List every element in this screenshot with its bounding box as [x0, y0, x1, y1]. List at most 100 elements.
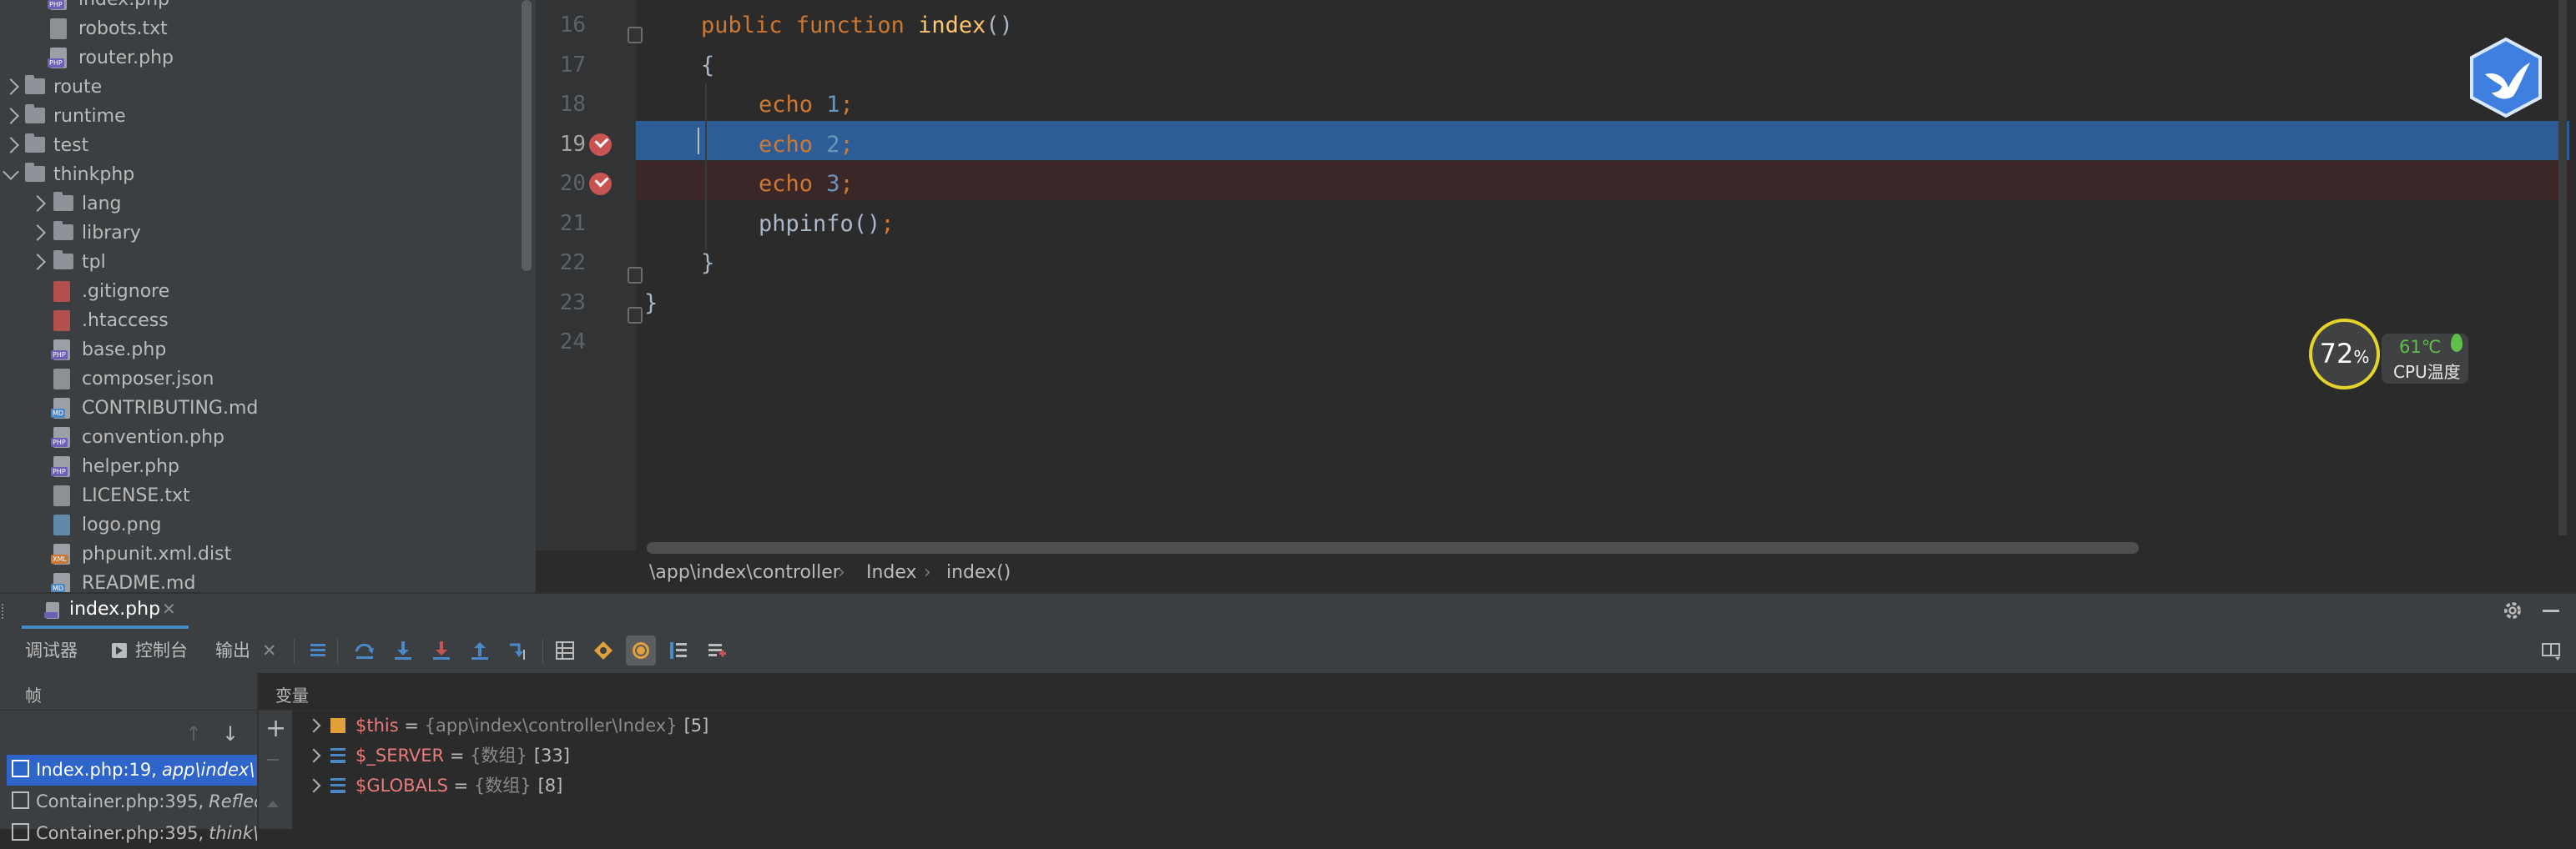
close-output-icon[interactable]: ✕ [262, 629, 277, 673]
chevron-right-icon[interactable] [29, 195, 46, 212]
tree-item[interactable]: thinkphp [0, 160, 517, 189]
code-line[interactable]: } [644, 284, 658, 323]
tree-item[interactable]: PHP convention.php [0, 423, 517, 452]
arrow-down-icon[interactable]: ↓ [222, 722, 239, 746]
chevron-right-icon[interactable] [29, 254, 46, 270]
project-tree[interactable]: PHP index.php robots.txt PHP router.php route… [0, 0, 536, 592]
variable-row[interactable]: $_SERVER = {数组} [33] [305, 741, 570, 771]
breadcrumb-method[interactable]: index() [946, 554, 1011, 592]
fold-marker-icon[interactable] [628, 27, 643, 43]
tree-item[interactable]: tpl [0, 248, 517, 277]
mute-breakpoints-icon[interactable] [592, 640, 614, 661]
chevron-right-icon[interactable] [3, 137, 19, 153]
arrow-up-icon[interactable]: ↑ [185, 722, 202, 746]
tree-item[interactable]: lang [0, 189, 517, 219]
drag-handle-icon[interactable] [2, 604, 12, 619]
chevron-right-icon[interactable] [306, 778, 321, 793]
add-watch-icon[interactable]: + [265, 714, 286, 743]
tree-item[interactable]: MD README.md [0, 569, 517, 592]
tree-item[interactable]: XML phpunit.xml.dist [0, 540, 517, 569]
tree-item[interactable]: test [0, 131, 517, 160]
force-step-into-icon[interactable] [431, 640, 452, 661]
debug-session-tab[interactable]: index.php ✕ [22, 594, 189, 627]
line-number[interactable]: 21 [536, 204, 586, 244]
breakpoint-icon[interactable] [589, 133, 612, 156]
tree-item[interactable]: logo.png [0, 510, 517, 540]
evaluate-expression-icon[interactable] [554, 640, 576, 661]
remove-watch-icon[interactable] [267, 759, 279, 761]
code-line[interactable]: echo 3; [759, 164, 854, 203]
line-number[interactable]: 22 [536, 244, 586, 283]
fold-marker-icon[interactable] [628, 307, 643, 324]
code-line[interactable]: echo 2; [759, 125, 854, 164]
view-breakpoints-icon[interactable] [630, 640, 652, 661]
chevron-right-icon[interactable] [306, 748, 321, 763]
gear-icon[interactable] [2501, 599, 2524, 622]
line-number[interactable]: 19 [536, 125, 586, 164]
step-out-icon[interactable] [469, 640, 491, 661]
line-number[interactable]: 16 [536, 6, 586, 45]
stack-frame-row[interactable]: Container.php:395, think\ [7, 818, 257, 849]
tree-item[interactable]: library [0, 219, 517, 248]
code-token: index [918, 13, 986, 38]
step-over-icon[interactable] [354, 640, 376, 661]
breadcrumb-separator: › [924, 562, 931, 583]
frames-list-icon[interactable] [668, 640, 689, 661]
tree-item[interactable]: composer.json [0, 364, 517, 394]
tab-console[interactable]: 控制台 [135, 629, 188, 673]
line-number[interactable]: 23 [536, 284, 586, 323]
close-tab-icon[interactable]: ✕ [162, 599, 176, 619]
breakpoint-icon[interactable] [589, 173, 612, 195]
show-execution-point-icon[interactable] [307, 640, 329, 661]
tab-output[interactable]: 输出 [215, 629, 250, 673]
folder-icon [25, 133, 45, 153]
chevron-right-icon[interactable] [3, 78, 19, 95]
tree-item[interactable]: PHP router.php [0, 43, 517, 73]
move-up-icon[interactable] [267, 801, 279, 807]
tree-item[interactable]: .htaccess [0, 306, 517, 335]
line-number[interactable]: 24 [536, 323, 586, 362]
code-line[interactable]: } [701, 244, 714, 283]
step-into-icon[interactable] [392, 640, 414, 661]
line-number[interactable]: 17 [536, 46, 586, 85]
tree-item[interactable]: PHP index.php [0, 0, 517, 14]
variable-row[interactable]: $GLOBALS = {数组} [8] [305, 771, 562, 801]
minimize-icon[interactable] [2543, 610, 2559, 612]
tree-item[interactable]: .gitignore [0, 277, 517, 306]
breadcrumb-namespace[interactable]: \app\index\controller [649, 554, 840, 592]
breadcrumb-class[interactable]: Index [866, 554, 917, 592]
editor-vertical-scrollbar[interactable] [2558, 0, 2567, 535]
tree-item[interactable]: LICENSE.txt [0, 481, 517, 510]
php-file-icon: PHP [48, 0, 67, 10]
editor-horizontal-scrollbar[interactable] [647, 542, 2139, 554]
project-tree-scrollbar[interactable] [522, 0, 532, 271]
fold-marker-icon[interactable] [628, 267, 643, 284]
cpu-usage-value: 72% [2319, 338, 2370, 369]
code-line[interactable]: public function index() [701, 6, 1013, 45]
line-number[interactable]: 18 [536, 85, 586, 124]
stack-frame-row[interactable]: Container.php:395,Reflec [7, 786, 257, 817]
run-to-cursor-icon[interactable] [507, 640, 529, 661]
line-number[interactable]: 20 [536, 164, 586, 203]
tree-item[interactable]: robots.txt [0, 14, 517, 43]
tree-item[interactable]: PHP base.php [0, 335, 517, 364]
chevron-right-icon[interactable] [29, 224, 46, 241]
tree-item[interactable]: PHP helper.php [0, 452, 517, 481]
toolbar-divider [294, 639, 295, 664]
chevron-right-icon[interactable] [3, 108, 19, 124]
tree-item[interactable]: runtime [0, 102, 517, 131]
md-file-icon: MD [51, 398, 70, 419]
code-line[interactable]: echo 1; [759, 85, 854, 124]
bird-logo-icon[interactable] [2468, 38, 2543, 118]
tab-debugger[interactable]: 调试器 [25, 629, 78, 673]
code-line[interactable]: phpinfo(); [759, 204, 895, 244]
chevron-down-icon[interactable] [3, 163, 19, 180]
stack-frame-row[interactable]: Index.php:19, app\index\ [7, 755, 257, 786]
tree-item[interactable]: route [0, 73, 517, 102]
tree-item[interactable]: MD CONTRIBUTING.md [0, 394, 517, 423]
code-line[interactable]: { [701, 46, 714, 85]
settings-list-icon[interactable] [706, 640, 728, 661]
chevron-right-icon[interactable] [306, 718, 321, 733]
layout-settings-icon[interactable] [2540, 640, 2562, 661]
variable-row[interactable]: $this = {app\index\controller\Index} [5] [305, 711, 708, 741]
